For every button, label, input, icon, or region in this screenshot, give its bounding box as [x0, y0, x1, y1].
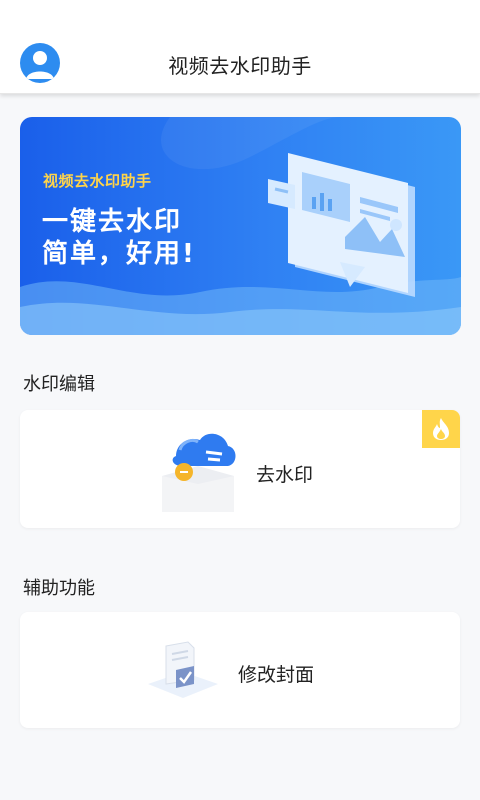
hot-badge: [422, 410, 460, 448]
document-cover-icon: [148, 641, 218, 698]
remove-watermark-label: 去水印: [256, 464, 314, 486]
dashboard-illustration: [268, 153, 415, 297]
banner-subtitle: 视频去水印助手: [43, 172, 152, 190]
page-title: 视频去水印助手: [168, 54, 312, 78]
remove-watermark-card[interactable]: 去水印: [20, 410, 460, 528]
section-title-assist: 辅助功能: [23, 578, 95, 599]
banner-headline-2: 简单，好用!: [42, 239, 196, 269]
app-header: 视频去水印助手: [0, 0, 480, 94]
flame-icon: [433, 418, 449, 440]
edit-cover-card[interactable]: 修改封面: [20, 612, 460, 728]
promo-banner[interactable]: 视频去水印助手 一键去水印 简单，好用!: [20, 117, 461, 335]
edit-cover-label: 修改封面: [238, 664, 315, 686]
section-title-watermark-edit: 水印编辑: [23, 374, 95, 395]
cloud-watermark-icon: [162, 433, 236, 512]
